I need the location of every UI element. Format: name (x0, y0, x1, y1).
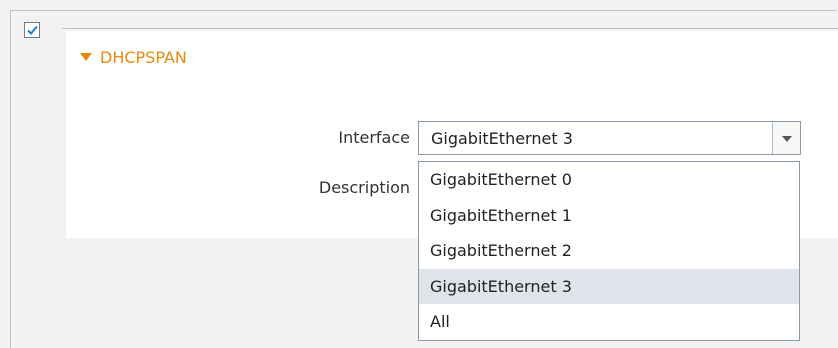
section-title: DHCPSPAN (100, 47, 187, 67)
chevron-down-icon (782, 136, 792, 142)
dropdown-option[interactable]: GigabitEthernet 1 (419, 198, 799, 234)
dropdown-option[interactable]: All (419, 304, 799, 340)
description-label: Description (318, 178, 410, 197)
divider (62, 28, 838, 29)
interface-select[interactable]: GigabitEthernet 3 (418, 121, 801, 155)
dropdown-option[interactable]: GigabitEthernet 2 (419, 233, 799, 269)
triangle-down-icon[interactable] (80, 53, 92, 61)
dropdown-option-selected[interactable]: GigabitEthernet 3 (419, 268, 799, 304)
interface-dropdown-list: GigabitEthernet 0 GigabitEthernet 1 Giga… (418, 161, 800, 341)
interface-label: Interface (338, 128, 410, 147)
enable-checkbox[interactable] (24, 22, 40, 38)
dropdown-option[interactable]: GigabitEthernet 0 (419, 162, 799, 198)
section-header[interactable]: DHCPSPAN (80, 45, 187, 69)
interface-select-value: GigabitEthernet 3 (431, 129, 573, 148)
checkmark-icon (27, 25, 38, 35)
select-dropdown-button[interactable] (772, 122, 800, 154)
